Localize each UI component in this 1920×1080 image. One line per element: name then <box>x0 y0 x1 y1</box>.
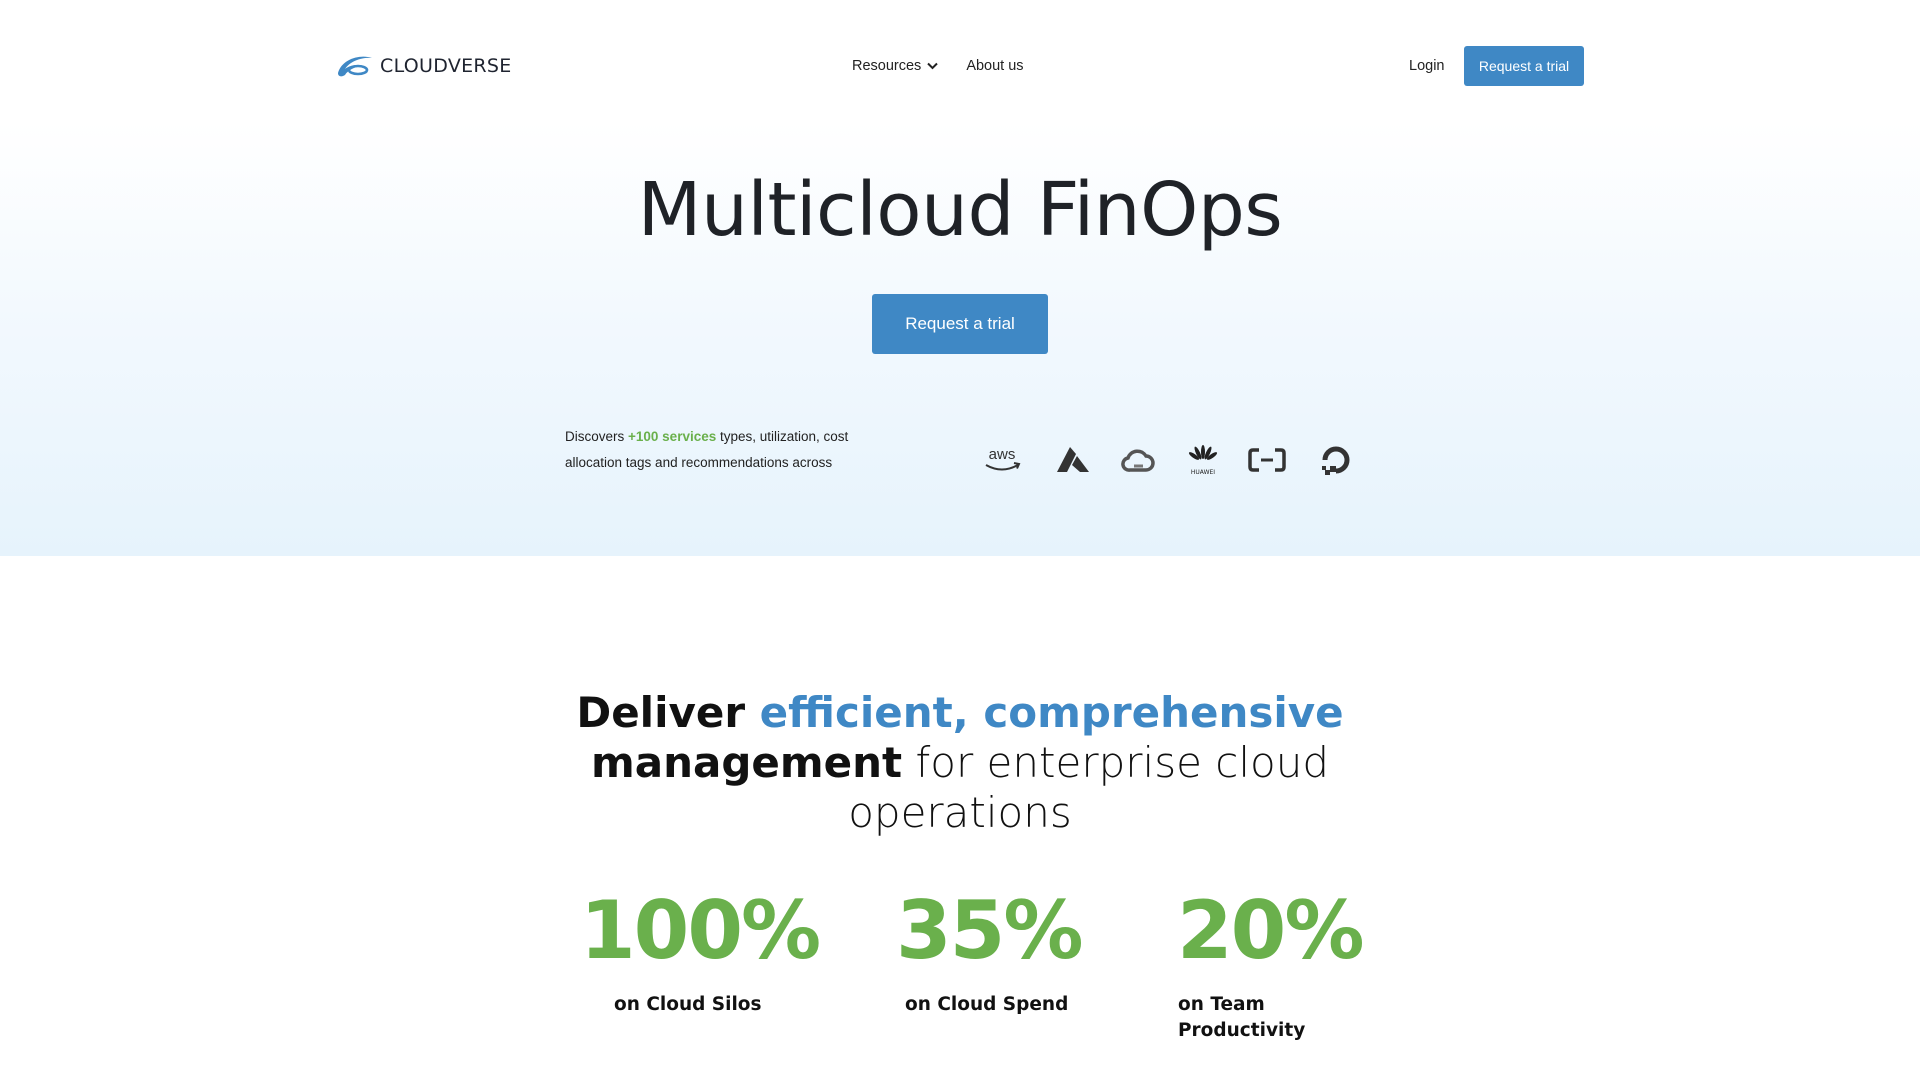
deliver-part3: management <box>590 738 903 787</box>
stat-value-spend: 35% <box>896 884 1083 977</box>
services-highlight: +100 services <box>628 429 717 444</box>
aws-icon: aws <box>980 440 1024 480</box>
stat-label-spend: on Cloud Spend <box>905 994 1069 1015</box>
google-cloud-icon <box>1116 440 1160 480</box>
alibaba-cloud-icon <box>1245 440 1289 480</box>
digitalocean-icon <box>1314 440 1358 480</box>
stat-label-productivity: on Team Productivity <box>1178 994 1306 1041</box>
deliver-part4: for enterprise cloud operations <box>848 738 1329 837</box>
huawei-icon: HUAWEI <box>1181 440 1225 480</box>
logo-text: CLOUDVERSE <box>380 55 512 77</box>
azure-icon <box>1050 440 1094 480</box>
huawei-label: HUAWEI <box>1191 469 1215 476</box>
discover-prefix: Discovers <box>565 429 629 444</box>
about-us-link[interactable]: About us <box>966 56 1023 76</box>
stat-label-silos: on Cloud Silos <box>614 994 762 1015</box>
chevron-down-icon <box>927 62 939 70</box>
aws-label: aws <box>989 446 1016 463</box>
stat-value-productivity: 20% <box>1177 884 1364 977</box>
resources-label: Resources <box>852 58 922 74</box>
cloudverse-logo-icon <box>338 56 372 77</box>
resources-menu[interactable]: Resources <box>852 56 939 76</box>
request-trial-nav-button[interactable]: Request a trial <box>1464 46 1584 86</box>
stat-value-silos: 100% <box>580 884 821 977</box>
main-nav: Resources About us <box>852 56 1024 76</box>
deliver-heading: Deliver efficient, comprehensive manageme… <box>480 688 1440 838</box>
logo[interactable]: CLOUDVERSE <box>336 51 512 81</box>
hero-background <box>0 0 1920 556</box>
deliver-part1: Deliver <box>576 688 760 737</box>
discover-text: Discovers +100 services types, utilizati… <box>565 424 895 476</box>
login-link[interactable]: Login <box>1409 56 1444 76</box>
deliver-highlight: efficient, comprehensive <box>759 688 1344 737</box>
hero-title: Multicloud FinOps <box>637 167 1283 253</box>
request-trial-hero-button[interactable]: Request a trial <box>872 294 1048 354</box>
